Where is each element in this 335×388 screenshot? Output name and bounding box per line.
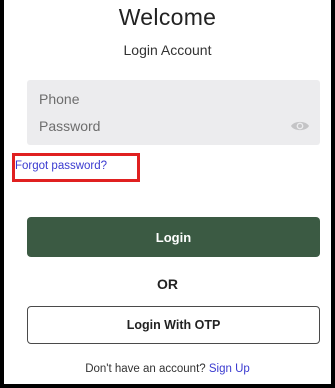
page-title: Welcome <box>118 4 217 30</box>
login-with-otp-button[interactable]: Login With OTP <box>27 306 320 344</box>
forgot-password-link[interactable]: Forgot password? <box>15 160 107 172</box>
password-input[interactable]: Password <box>27 107 320 145</box>
signup-prompt-text: Don't have an account? <box>85 363 206 375</box>
or-separator: OR <box>157 276 178 292</box>
page-subtitle: Login Account <box>123 42 212 58</box>
signup-prompt: Don't have an account? Sign Up <box>0 363 335 375</box>
phone-placeholder: Phone <box>39 91 80 107</box>
login-button[interactable]: Login <box>27 217 320 257</box>
eye-icon[interactable] <box>290 118 310 134</box>
password-placeholder: Password <box>39 118 101 134</box>
signup-link[interactable]: Sign Up <box>209 363 250 375</box>
